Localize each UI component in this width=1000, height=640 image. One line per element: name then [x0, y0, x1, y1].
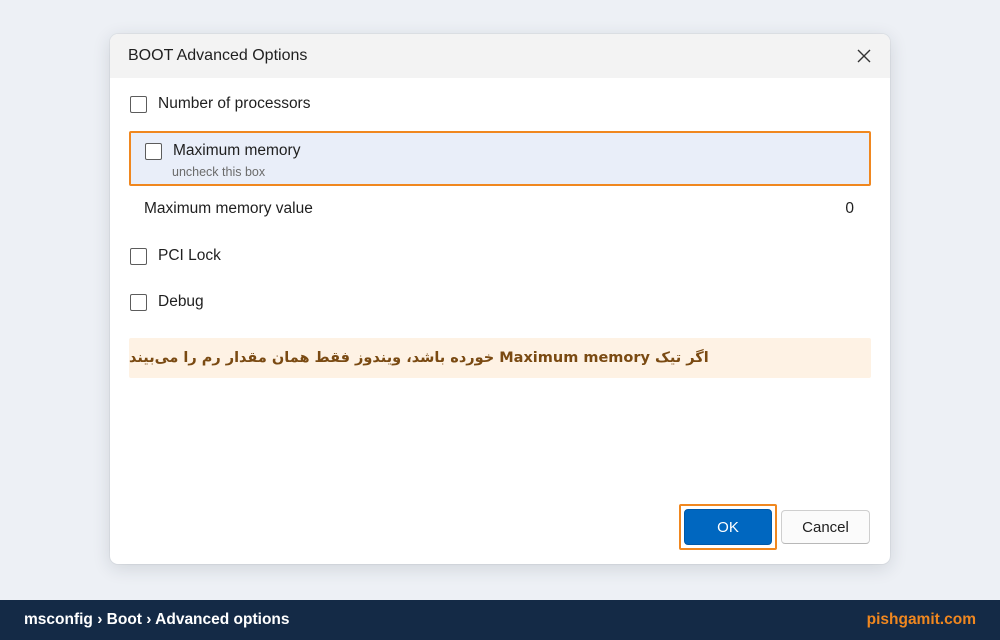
cancel-button[interactable]: Cancel	[781, 510, 870, 544]
debug-checkbox[interactable]	[130, 293, 147, 311]
maximum-memory-row: Maximum memory	[145, 142, 300, 160]
maximum-memory-value-field[interactable]: 0	[845, 200, 854, 218]
maximum-memory-highlight: Maximum memory uncheck this box	[129, 131, 871, 186]
pci-lock-label: PCI Lock	[158, 247, 221, 264]
info-note: اگر تیک Maximum memory خورده باشد، ویندو…	[129, 338, 871, 378]
number-of-processors-label: Number of processors	[158, 95, 311, 112]
boot-advanced-options-dialog: BOOT Advanced Options Number of processo…	[110, 34, 890, 564]
dialog-title: BOOT Advanced Options	[128, 47, 308, 64]
maximum-memory-label: Maximum memory	[173, 142, 301, 159]
close-icon	[857, 49, 871, 63]
maximum-memory-checkbox[interactable]	[145, 142, 162, 160]
maximum-memory-hint: uncheck this box	[172, 165, 266, 179]
brand-name: pishgamit.com	[866, 611, 976, 628]
debug-row: Debug	[130, 293, 870, 311]
pci-lock-checkbox[interactable]	[130, 247, 147, 265]
dialog-titlebar: BOOT Advanced Options	[110, 34, 890, 78]
maximum-memory-value-row: Maximum memory value 0	[144, 200, 854, 218]
breadcrumb: msconfig › Boot › Advanced options	[24, 611, 290, 628]
footer-bar: msconfig › Boot › Advanced options pishg…	[0, 600, 1000, 640]
close-button[interactable]	[850, 42, 878, 70]
debug-label: Debug	[158, 293, 204, 310]
ok-button[interactable]: OK	[684, 509, 772, 545]
maximum-memory-value-label: Maximum memory value	[144, 200, 313, 217]
number-of-processors-row: Number of processors	[130, 95, 870, 113]
info-note-text: اگر تیک Maximum memory خورده باشد، ویندو…	[129, 350, 709, 366]
number-of-processors-checkbox[interactable]	[130, 95, 147, 113]
pci-lock-row: PCI Lock	[130, 247, 870, 265]
